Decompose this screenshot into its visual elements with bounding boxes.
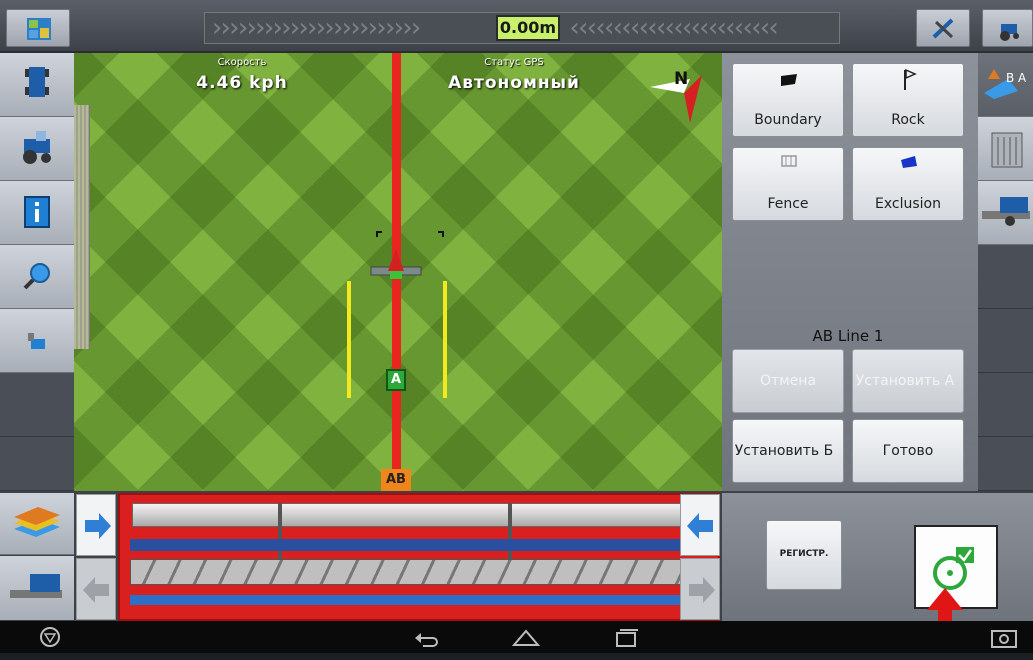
wrench-screwdriver-icon (932, 18, 954, 39)
combine-icon (10, 574, 62, 598)
gps-status-label: Статус GPS (484, 57, 544, 68)
arrow-right-icon (689, 577, 715, 603)
tractor-icon (1000, 24, 1019, 41)
shift-right-button[interactable] (680, 494, 720, 556)
lookahead-bracket-right (438, 231, 444, 237)
exclusion-button[interactable]: Exclusion (852, 147, 964, 221)
compass-north-label: N (674, 69, 689, 89)
implement-button[interactable] (0, 53, 74, 117)
layers-button[interactable] (0, 493, 74, 555)
shield-logo-icon[interactable] (30, 621, 70, 658)
rock-label: Rock (891, 112, 925, 128)
tractor-icon (23, 131, 51, 164)
lightbar-right-chevrons: ‹‹‹‹‹‹‹‹‹‹‹‹‹‹‹‹‹‹‹‹‹‹‹‹ (567, 13, 782, 43)
shift-left-button[interactable] (76, 494, 116, 556)
right-toolbar: B A (978, 53, 1033, 491)
implement-icon (25, 67, 49, 97)
combine-tab[interactable] (978, 181, 1033, 245)
fence-icon (781, 155, 797, 167)
cancel-button[interactable]: Отмена (732, 349, 844, 413)
header-frame-bottom (130, 595, 706, 605)
shift-right-disabled-button[interactable] (680, 558, 720, 620)
empty-slot (0, 373, 74, 437)
speed-label: Скорость (217, 57, 267, 68)
shift-left-disabled-button[interactable] (76, 558, 116, 620)
swath-edge-right (443, 281, 447, 398)
tools-button[interactable] (916, 9, 970, 47)
system-nav-bar (0, 621, 1033, 653)
header-reel-top (132, 503, 702, 527)
empty-slot (978, 373, 1033, 437)
field-map[interactable]: Скорость 4.46 kph Статус GPS Автономный … (74, 53, 722, 491)
rock-button[interactable]: Rock (852, 63, 964, 137)
empty-slot (978, 309, 1033, 373)
ab-tab-label: B A (1006, 71, 1027, 85)
swath-edge-left (347, 281, 351, 398)
vehicle-button[interactable] (0, 117, 74, 181)
point-a-marker: A (386, 369, 406, 391)
set-a-button[interactable]: Установить А (852, 349, 964, 413)
arrow-right-icon (85, 513, 111, 539)
offset-display: 0.00m (496, 15, 560, 41)
info-button[interactable] (0, 181, 74, 245)
implement-header-view (118, 493, 720, 621)
lightbar-left-chevrons: ›››››››››››››››››››››››› (209, 13, 424, 43)
register-button[interactable]: РЕГИСТР. (766, 520, 842, 590)
satellite-map-icon (27, 18, 51, 40)
flag-icon (904, 68, 917, 90)
boundary-flag-icon (781, 74, 797, 86)
header-cutter-bar (130, 539, 706, 551)
zoom-button[interactable] (0, 245, 74, 309)
combine-icon (982, 197, 1030, 226)
fence-label: Fence (767, 196, 809, 212)
empty-slot (978, 437, 1033, 491)
vehicle-position-icon (370, 249, 422, 279)
set-b-button[interactable]: Установить Б (732, 419, 844, 483)
left-toolbar (0, 53, 74, 491)
gps-status-value: Автономный (448, 73, 580, 93)
speed-value: 4.46 kph (196, 73, 288, 93)
exclusion-icon (901, 156, 917, 168)
exclusion-label: Exclusion (875, 196, 941, 212)
storage-icon (991, 132, 1023, 168)
back-icon[interactable] (406, 621, 446, 658)
fence-button[interactable]: Fence (732, 147, 844, 221)
done-button[interactable]: Готово (852, 419, 964, 483)
empty-slot (978, 245, 1033, 309)
layers-icon (14, 507, 60, 537)
fields-tab[interactable] (978, 117, 1033, 181)
lookahead-bracket-left (376, 231, 382, 237)
ab-line-title: AB Line 1 (812, 327, 884, 345)
boundary-label: Boundary (754, 112, 822, 128)
top-bar: ›››››››››››››››››››››››› ‹‹‹‹‹‹‹‹‹‹‹‹‹‹‹… (0, 0, 1033, 53)
side-pull-tab[interactable] (74, 105, 90, 349)
arrow-left-icon (83, 577, 109, 603)
ab-line-tab[interactable]: B A (978, 53, 1033, 117)
empty-slot (0, 437, 74, 491)
home-icon[interactable] (506, 621, 546, 659)
arrow-left-icon (687, 513, 713, 539)
ab-line-icon (984, 69, 1018, 99)
register-label: РЕГИСТР. (779, 549, 829, 559)
magnifier-icon (23, 263, 50, 290)
info-icon (24, 196, 50, 228)
header-auger (130, 559, 706, 585)
ab-line-marker: AB (381, 469, 411, 491)
header-view-button[interactable] (0, 556, 74, 620)
layers-lock-button[interactable] (0, 309, 74, 373)
vehicle-settings-button[interactable] (982, 9, 1033, 47)
satellite-map-button[interactable] (6, 9, 70, 47)
mapping-panel: Boundary Rock Fence Exclusion AB Line 1 … (722, 53, 978, 491)
boundary-button[interactable]: Boundary (732, 63, 844, 137)
lock-icon (28, 333, 45, 349)
screenshot-camera-icon[interactable] (984, 621, 1024, 660)
recent-apps-icon[interactable] (606, 621, 646, 659)
